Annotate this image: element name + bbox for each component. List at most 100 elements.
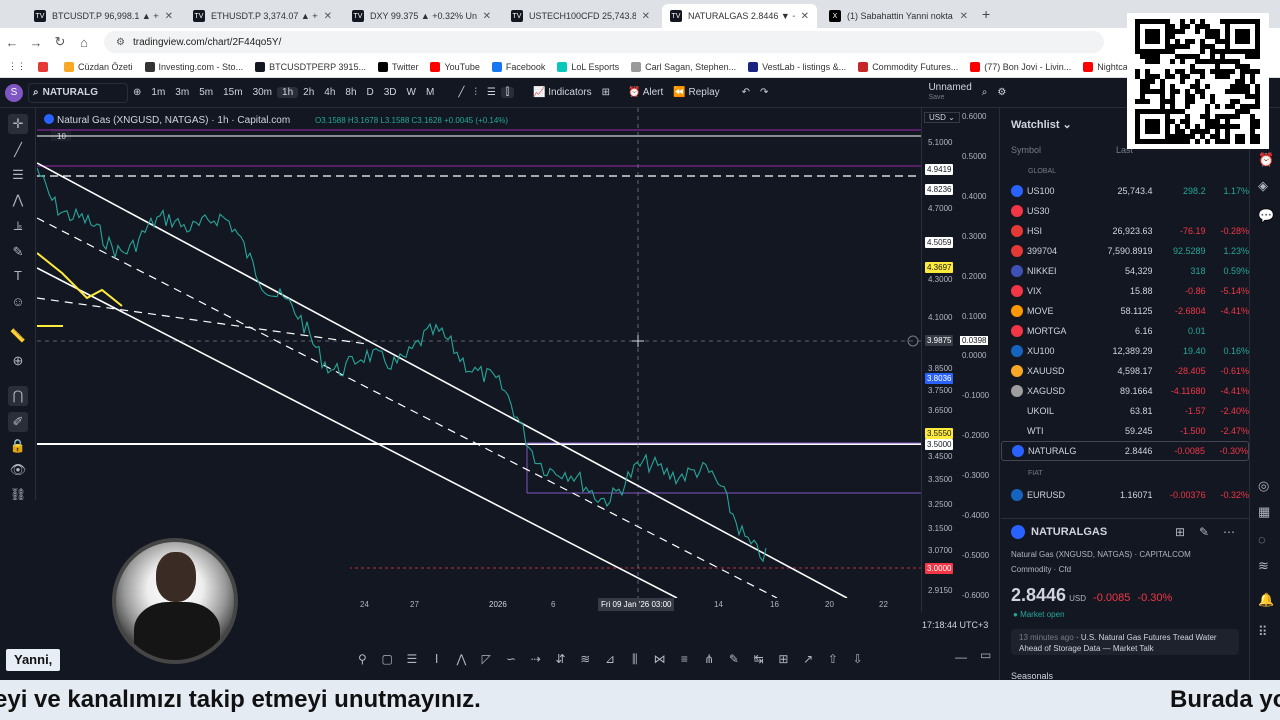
- bookmark-item[interactable]: VestLab - listings &...: [748, 61, 846, 72]
- minimize-icon[interactable]: —: [955, 650, 967, 664]
- watchlist-row[interactable]: EURUSD 1.16071 -0.00376 -0.32%: [1001, 485, 1249, 505]
- chat-icon[interactable]: 💬: [1258, 208, 1274, 224]
- site-info-icon[interactable]: ⚙: [116, 37, 125, 48]
- brush-icon[interactable]: ✎: [8, 242, 28, 262]
- stay-drawing-icon[interactable]: ✐: [8, 412, 28, 432]
- watchlist-row[interactable]: NIKKEI 54,329 318 0.59%: [1001, 261, 1249, 281]
- magnet-icon[interactable]: ⋂: [8, 386, 28, 406]
- signal-icon[interactable]: ≋: [1258, 558, 1269, 574]
- crosshair-icon[interactable]: ✛: [8, 114, 28, 134]
- bookmark-item[interactable]: (77) Bon Jovi - Livin...: [970, 61, 1071, 72]
- trendline-icon[interactable]: ╱: [8, 140, 28, 160]
- price-label[interactable]: 3.5550: [925, 428, 954, 439]
- browser-tab[interactable]: TVUSTECH100CFD 25,743.8 ▲ +1✕: [503, 4, 658, 28]
- detail-symbol[interactable]: NATURALGAS: [1031, 526, 1107, 538]
- user-avatar[interactable]: S: [0, 83, 28, 102]
- interval-15m[interactable]: 15m: [218, 87, 247, 98]
- search-icon[interactable]: ⌕: [977, 87, 993, 98]
- symbol-search-input[interactable]: ⌕ NATURALG: [28, 82, 128, 103]
- settings-icon[interactable]: ⚙: [992, 87, 1011, 98]
- price-label[interactable]: 4.3697: [925, 262, 954, 273]
- parallel-channel-icon[interactable]: ☰: [400, 652, 425, 666]
- bookmark-item[interactable]: [38, 61, 52, 72]
- up-arrow-icon[interactable]: ⇧: [821, 652, 846, 666]
- utc-clock[interactable]: 17:18:44 UTC+3: [922, 620, 988, 630]
- interval-w[interactable]: W: [402, 87, 421, 98]
- price-label[interactable]: 4.8236: [925, 184, 954, 195]
- back-icon[interactable]: ←: [0, 35, 24, 50]
- price-label[interactable]: 4.9419: [925, 164, 954, 175]
- group-header[interactable]: FIAT: [1028, 470, 1043, 477]
- pattern-icon[interactable]: ⋀: [449, 652, 474, 666]
- alert-button[interactable]: ⏰ Alert: [623, 87, 668, 98]
- close-icon[interactable]: ✕: [960, 11, 968, 22]
- fib-icon[interactable]: ☰: [8, 165, 28, 185]
- watchlist-row[interactable]: NATURALG 2.8446 -0.0085 -0.30%: [1001, 441, 1249, 461]
- close-icon[interactable]: ✕: [483, 11, 491, 22]
- bookmark-item[interactable]: Carl Sagan, Stephen...: [631, 61, 736, 72]
- redo-icon[interactable]: ↷: [755, 87, 773, 98]
- anchored-note-icon[interactable]: ⚲: [350, 652, 375, 666]
- forward-icon[interactable]: →: [24, 35, 48, 50]
- watchlist-row[interactable]: HSI 26,923.63 -76.19 -0.28%: [1001, 221, 1249, 241]
- bookmark-item[interactable]: Cüzdan Özeti: [64, 61, 133, 72]
- time-axis[interactable]: 24 27 2026 6 Fri 09 Jan '26 03:00 14 16 …: [350, 598, 921, 612]
- pattern-icon[interactable]: ⋀: [8, 190, 28, 210]
- bookmark-item[interactable]: BTCUSDTPERP 3915...: [255, 61, 366, 72]
- elliott-wave-icon[interactable]: ⋈: [647, 652, 672, 666]
- watchlist-row[interactable]: VIX 15.88 -0.86 -5.14%: [1001, 281, 1249, 301]
- bookmark-item[interactable]: LoL Esports: [557, 61, 619, 72]
- date-range-icon[interactable]: ↹: [746, 652, 771, 666]
- maximize-icon[interactable]: ▭: [980, 648, 991, 662]
- close-icon[interactable]: ✕: [642, 11, 650, 22]
- news-item[interactable]: 13 minutes ago · U.S. Natural Gas Future…: [1011, 629, 1239, 655]
- close-icon[interactable]: ✕: [801, 11, 809, 22]
- seasonals-heading[interactable]: Seasonals: [1011, 671, 1053, 681]
- browser-tab-active[interactable]: TVNATURALGAS 2.8446 ▼ −0.3%✕: [662, 4, 817, 28]
- chart-type-bars-icon[interactable]: ⫶: [469, 87, 482, 98]
- alerts-icon[interactable]: ⏰: [1258, 152, 1274, 168]
- current-price-label[interactable]: 3.0000: [925, 563, 954, 574]
- interval-1h[interactable]: 1h: [277, 87, 299, 98]
- fib-channel-icon[interactable]: ≋: [573, 652, 598, 666]
- emoji-icon[interactable]: ☺: [8, 292, 28, 312]
- chart-type-line-icon[interactable]: ╱: [453, 87, 469, 98]
- watchlist-row[interactable]: MOVE 58.1125 -2.6804 -4.41%: [1001, 301, 1249, 321]
- close-icon[interactable]: ✕: [165, 11, 173, 22]
- layers-icon[interactable]: ◈: [1258, 178, 1268, 194]
- watchlist-title[interactable]: Watchlist ⌄: [1011, 118, 1072, 131]
- currency-select[interactable]: USD ⌄: [924, 112, 960, 123]
- pulse-icon[interactable]: ◌: [1258, 532, 1266, 547]
- fib-fan-icon[interactable]: ≡: [672, 652, 697, 666]
- text-icon[interactable]: T: [8, 266, 28, 286]
- indicators-button[interactable]: 📈 Indicators: [528, 87, 597, 98]
- calendar-icon[interactable]: ▦: [1258, 504, 1270, 520]
- rectangle-icon[interactable]: ▢: [375, 652, 400, 666]
- layout-button[interactable]: Unnamed Save: [923, 83, 976, 102]
- bookmark-item[interactable]: Twitter: [377, 61, 418, 72]
- interval-30m[interactable]: 30m: [248, 87, 277, 98]
- watchlist-row[interactable]: XU100 12,389.29 19.40 0.16%: [1001, 341, 1249, 361]
- interval-3m[interactable]: 3m: [170, 87, 194, 98]
- url-input[interactable]: ⚙ tradingview.com/chart/2F44qo5Y/: [104, 31, 1104, 53]
- replay-button[interactable]: ⏪ Replay: [668, 87, 724, 98]
- bookmark-item[interactable]: Investing.com - Sto...: [144, 61, 243, 72]
- watchlist-row[interactable]: 399704 7,590.8919 92.5289 1.23%: [1001, 241, 1249, 261]
- browser-tab[interactable]: TVDXY 99.375 ▲ +0.32% Unname✕: [344, 4, 499, 28]
- price-label[interactable]: 3.5000: [925, 439, 954, 450]
- interval-4h[interactable]: 4h: [319, 87, 340, 98]
- layout-icon[interactable]: ⊞: [1175, 525, 1185, 539]
- bookmark-item[interactable]: Commodity Futures...: [858, 61, 958, 72]
- more-icon[interactable]: ⋯: [1223, 525, 1235, 539]
- browser-tab[interactable]: TVETHUSDT.P 3,374.07 ▲ +0.62%✕: [185, 4, 340, 28]
- edit-icon[interactable]: ✎: [1199, 525, 1209, 539]
- apps-grid-icon[interactable]: ⠿: [1258, 624, 1268, 640]
- curve-icon[interactable]: ∽: [499, 652, 524, 666]
- zoom-icon[interactable]: ⊕: [8, 351, 28, 371]
- interval-d[interactable]: D: [362, 87, 379, 98]
- price-label[interactable]: 3.8036: [925, 373, 954, 384]
- watchlist-row[interactable]: UKOIL 63.81 -1.57 -2.40%: [1001, 401, 1249, 421]
- watchlist-row[interactable]: US100 25,743.4 298.2 1.17%: [1001, 181, 1249, 201]
- target-icon[interactable]: ◎: [1258, 478, 1269, 494]
- watchlist-row[interactable]: WTI 59.245 -1.500 -2.47%: [1001, 421, 1249, 441]
